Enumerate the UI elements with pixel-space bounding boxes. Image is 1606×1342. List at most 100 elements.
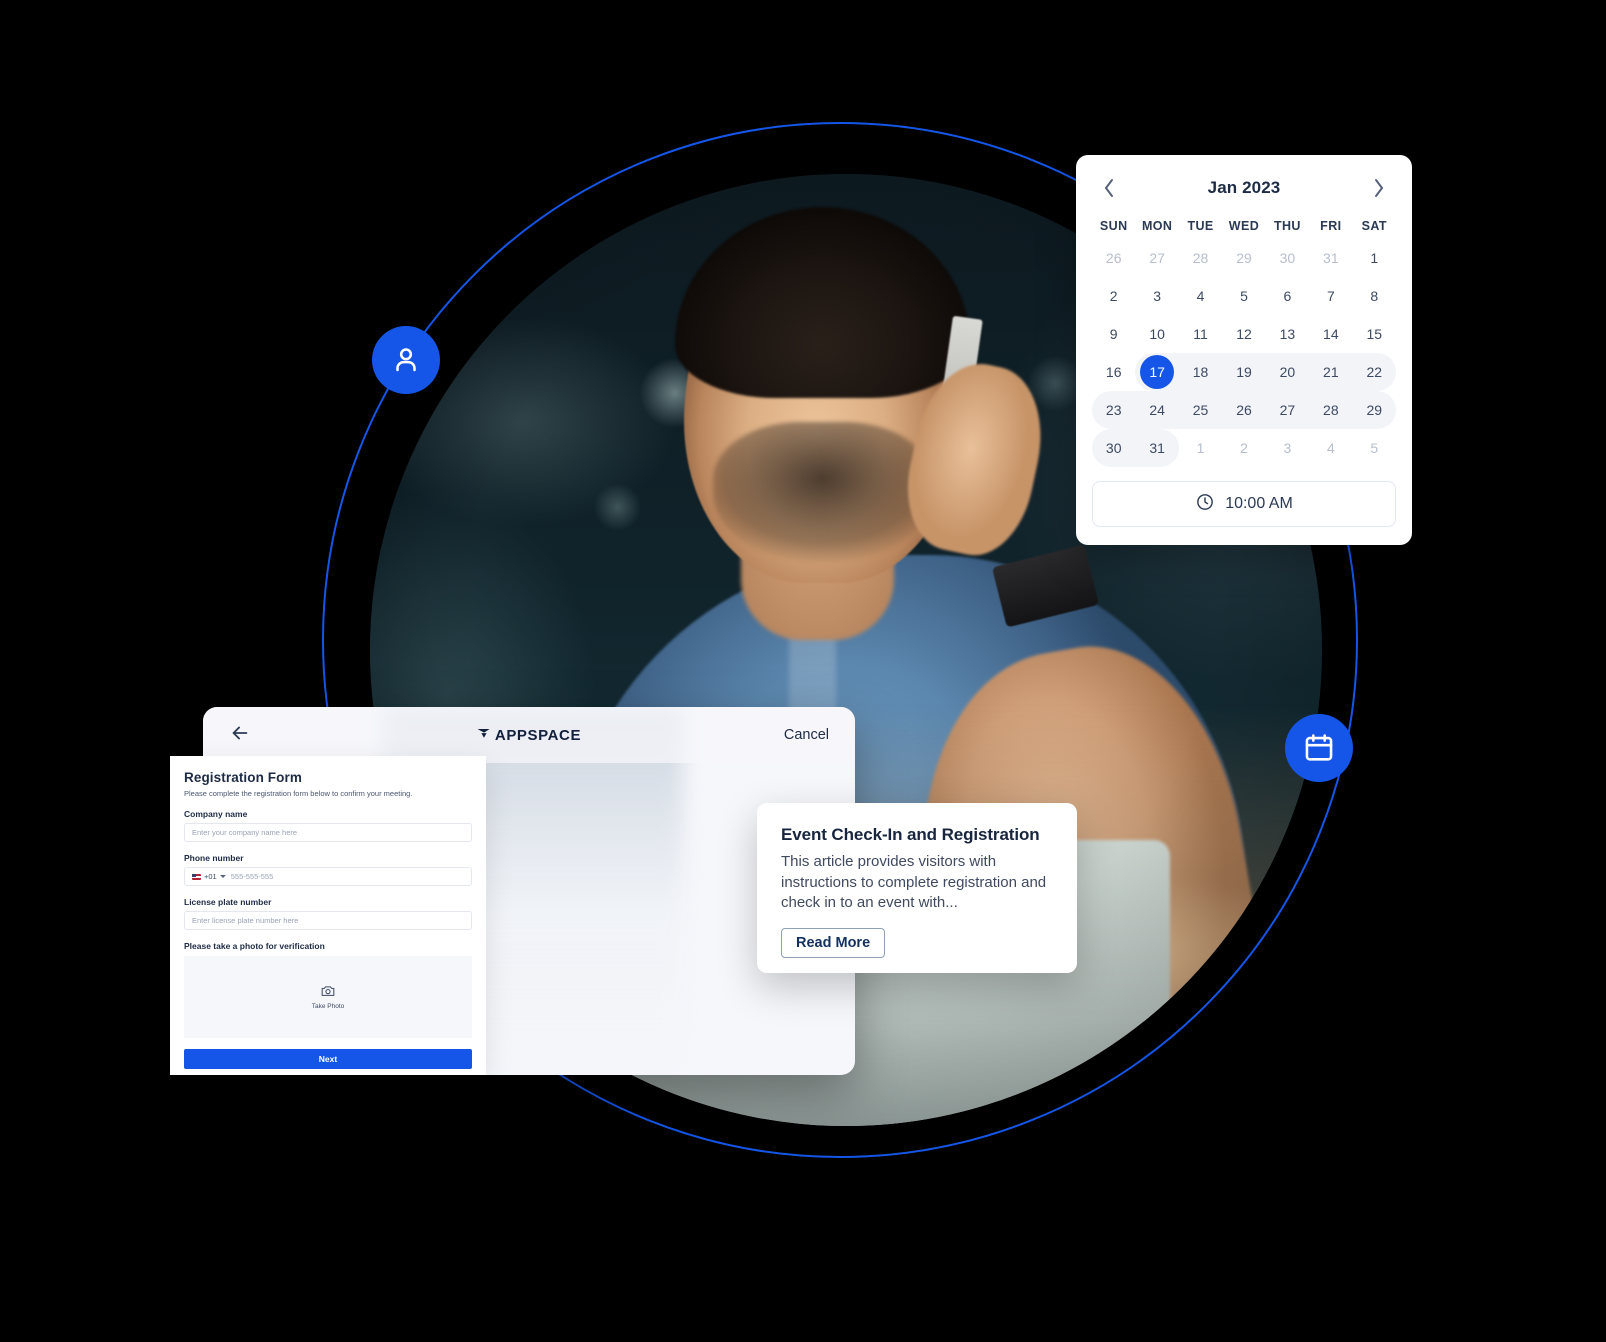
calendar-day-cell[interactable]: 11 xyxy=(1179,315,1222,353)
calendar-day-number: 20 xyxy=(1279,364,1296,380)
calendar-day-cell[interactable]: 30 xyxy=(1266,239,1309,277)
calendar-day-number: 26 xyxy=(1236,402,1252,418)
calendar-day-cell[interactable]: 4 xyxy=(1179,277,1222,315)
calendar-day-cell[interactable]: 27 xyxy=(1135,239,1178,277)
calendar-weekday: SUN xyxy=(1099,219,1128,233)
calendar-day-number: 26 xyxy=(1105,250,1122,266)
calendar-day-number: 30 xyxy=(1105,440,1122,456)
calendar-day-cell[interactable]: 26 xyxy=(1222,391,1266,429)
calendar-day-cell[interactable]: 3 xyxy=(1266,429,1309,467)
calendar-day-cell[interactable]: 19 xyxy=(1222,353,1266,391)
calendar-month-title: Jan 2023 xyxy=(1207,178,1281,197)
calendar-day-cell[interactable]: 28 xyxy=(1179,239,1222,277)
calendar-day-cell[interactable]: 25 xyxy=(1178,391,1223,429)
calendar-day-number: 29 xyxy=(1236,250,1252,266)
calendar-day-number: 8 xyxy=(1370,288,1379,304)
calendar-icon xyxy=(1302,731,1336,765)
calendar-day-number: 4 xyxy=(1196,288,1205,304)
calendar-header: Jan 2023 xyxy=(1092,169,1396,207)
calendar-weekday: THU xyxy=(1273,219,1301,233)
license-plate-label: License plate number xyxy=(184,897,272,907)
calendar-day-cell[interactable]: 21 xyxy=(1309,353,1353,391)
calendar-day-number: 19 xyxy=(1236,364,1252,380)
calendar-day-number: 1 xyxy=(1370,250,1379,266)
calendar-day-cell[interactable]: 14 xyxy=(1309,315,1352,353)
hero-composition: Jan 2023 SUN MON TUE WED THU FRI SAT 26 27 28 29 3… xyxy=(0,0,1606,1342)
article-title: Event Check-In and Registration xyxy=(781,825,1040,844)
calendar-day-number: 27 xyxy=(1149,250,1165,266)
calendar-day-cell[interactable]: 4 xyxy=(1309,429,1352,467)
calendar-day-number: 15 xyxy=(1366,326,1383,342)
calendar-weekday: SAT xyxy=(1361,219,1387,233)
calendar-day-cell[interactable]: 6 xyxy=(1266,277,1309,315)
calendar-day-number: 18 xyxy=(1192,364,1209,380)
calendar-day-number: 1 xyxy=(1196,440,1205,456)
calendar-day-cell[interactable]: 5 xyxy=(1222,277,1265,315)
company-name-input[interactable]: Enter your company name here xyxy=(184,823,472,842)
take-photo-dropzone[interactable]: Take Photo xyxy=(184,956,472,1038)
calendar-weekday: TUE xyxy=(1187,219,1214,233)
calendar-day-cell[interactable]: 31 xyxy=(1135,429,1179,467)
calendar-day-cell[interactable]: 2 xyxy=(1092,277,1135,315)
calendar-day-cell[interactable]: 9 xyxy=(1092,315,1135,353)
calendar-day-cell[interactable]: 1 xyxy=(1353,239,1396,277)
calendar-weekday: WED xyxy=(1228,219,1260,233)
calendar-day-cell[interactable]: 28 xyxy=(1309,391,1353,429)
calendar-prev-month-button[interactable] xyxy=(1096,175,1122,201)
calendar-day-number: 17 xyxy=(1140,355,1175,389)
calendar-day-number: 31 xyxy=(1149,440,1165,456)
back-button[interactable] xyxy=(229,722,251,749)
calendar-day-cell[interactable]: 8 xyxy=(1353,277,1396,315)
calendar-day-cell[interactable]: 18 xyxy=(1178,353,1223,391)
time-picker[interactable]: 10:00 AM xyxy=(1092,481,1396,527)
calendar-day-cell[interactable]: 26 xyxy=(1092,239,1135,277)
calendar-day-cell[interactable]: 15 xyxy=(1353,315,1396,353)
license-plate-input[interactable]: Enter license plate number here xyxy=(184,911,472,930)
calendar-day-cell[interactable]: 23 xyxy=(1092,391,1136,429)
calendar-day-number: 30 xyxy=(1279,250,1296,266)
calendar-day-cell[interactable]: 12 xyxy=(1222,315,1265,353)
calendar-day-cell[interactable]: 22 xyxy=(1352,353,1396,391)
calendar-day-number: 5 xyxy=(1370,440,1379,456)
calendar-day-grid[interactable]: 26 27 28 29 30 31 1 2 3 4 5 6 7 8 9 10 11 12 13 14 15 16 17 18 1… xyxy=(1092,239,1396,467)
clock-icon xyxy=(1195,492,1215,517)
calendar-day-number: 13 xyxy=(1279,326,1296,342)
calendar-day-number: 9 xyxy=(1109,326,1118,342)
next-button[interactable]: Next xyxy=(184,1049,472,1069)
calendar-day-cell[interactable]: 24 xyxy=(1135,391,1179,429)
calendar-day-cell[interactable]: 2 xyxy=(1222,429,1265,467)
calendar-day-cell[interactable]: 5 xyxy=(1353,429,1396,467)
chevron-down-icon[interactable] xyxy=(219,875,226,878)
us-flag-icon xyxy=(192,873,201,880)
calendar-day-number: 29 xyxy=(1366,402,1383,418)
read-more-button[interactable]: Read More xyxy=(781,927,886,958)
calendar-day-cell[interactable]: 20 xyxy=(1265,353,1310,391)
take-photo-label: Take Photo xyxy=(311,1002,345,1010)
calendar-next-month-button[interactable] xyxy=(1366,175,1392,201)
calendar-day-number: 21 xyxy=(1323,364,1339,380)
calendar-weekday-row: SUN MON TUE WED THU FRI SAT xyxy=(1092,207,1396,239)
calendar-day-cell[interactable]: 16 xyxy=(1092,353,1135,391)
calendar-day-cell[interactable]: 29 xyxy=(1222,239,1265,277)
calendar-weekday: MON xyxy=(1141,219,1173,233)
calendar-day-cell[interactable]: 27 xyxy=(1265,391,1310,429)
calendar-day-cell[interactable]: 30 xyxy=(1092,429,1136,467)
calendar-day-cell[interactable]: 10 xyxy=(1135,315,1178,353)
country-code-value: +01 xyxy=(204,872,217,881)
calendar-day-cell[interactable]: 29 xyxy=(1352,391,1396,429)
calendar-weekday: FRI xyxy=(1320,219,1342,233)
calendar-day-cell[interactable]: 13 xyxy=(1266,315,1309,353)
calendar-day-cell[interactable]: 7 xyxy=(1309,277,1352,315)
company-name-placeholder: Enter your company name here xyxy=(192,828,298,837)
appspace-mark-icon xyxy=(477,727,492,744)
phone-number-input[interactable]: +01 555-555-555 xyxy=(184,867,472,886)
calendar-day-cell[interactable]: 3 xyxy=(1135,277,1178,315)
article-card: Event Check-In and Registration This art… xyxy=(757,803,1077,973)
calendar-day-cell[interactable]: 31 xyxy=(1309,239,1352,277)
date-picker-card: Jan 2023 SUN MON TUE WED THU FRI SAT 26 27 28 29 3… xyxy=(1076,155,1412,545)
calendar-day-cell[interactable]: 17 xyxy=(1135,353,1179,391)
calendar-day-number: 25 xyxy=(1192,402,1209,418)
calendar-day-number: 28 xyxy=(1192,250,1209,266)
calendar-day-cell[interactable]: 1 xyxy=(1179,429,1222,467)
cancel-button[interactable]: Cancel xyxy=(784,727,829,743)
